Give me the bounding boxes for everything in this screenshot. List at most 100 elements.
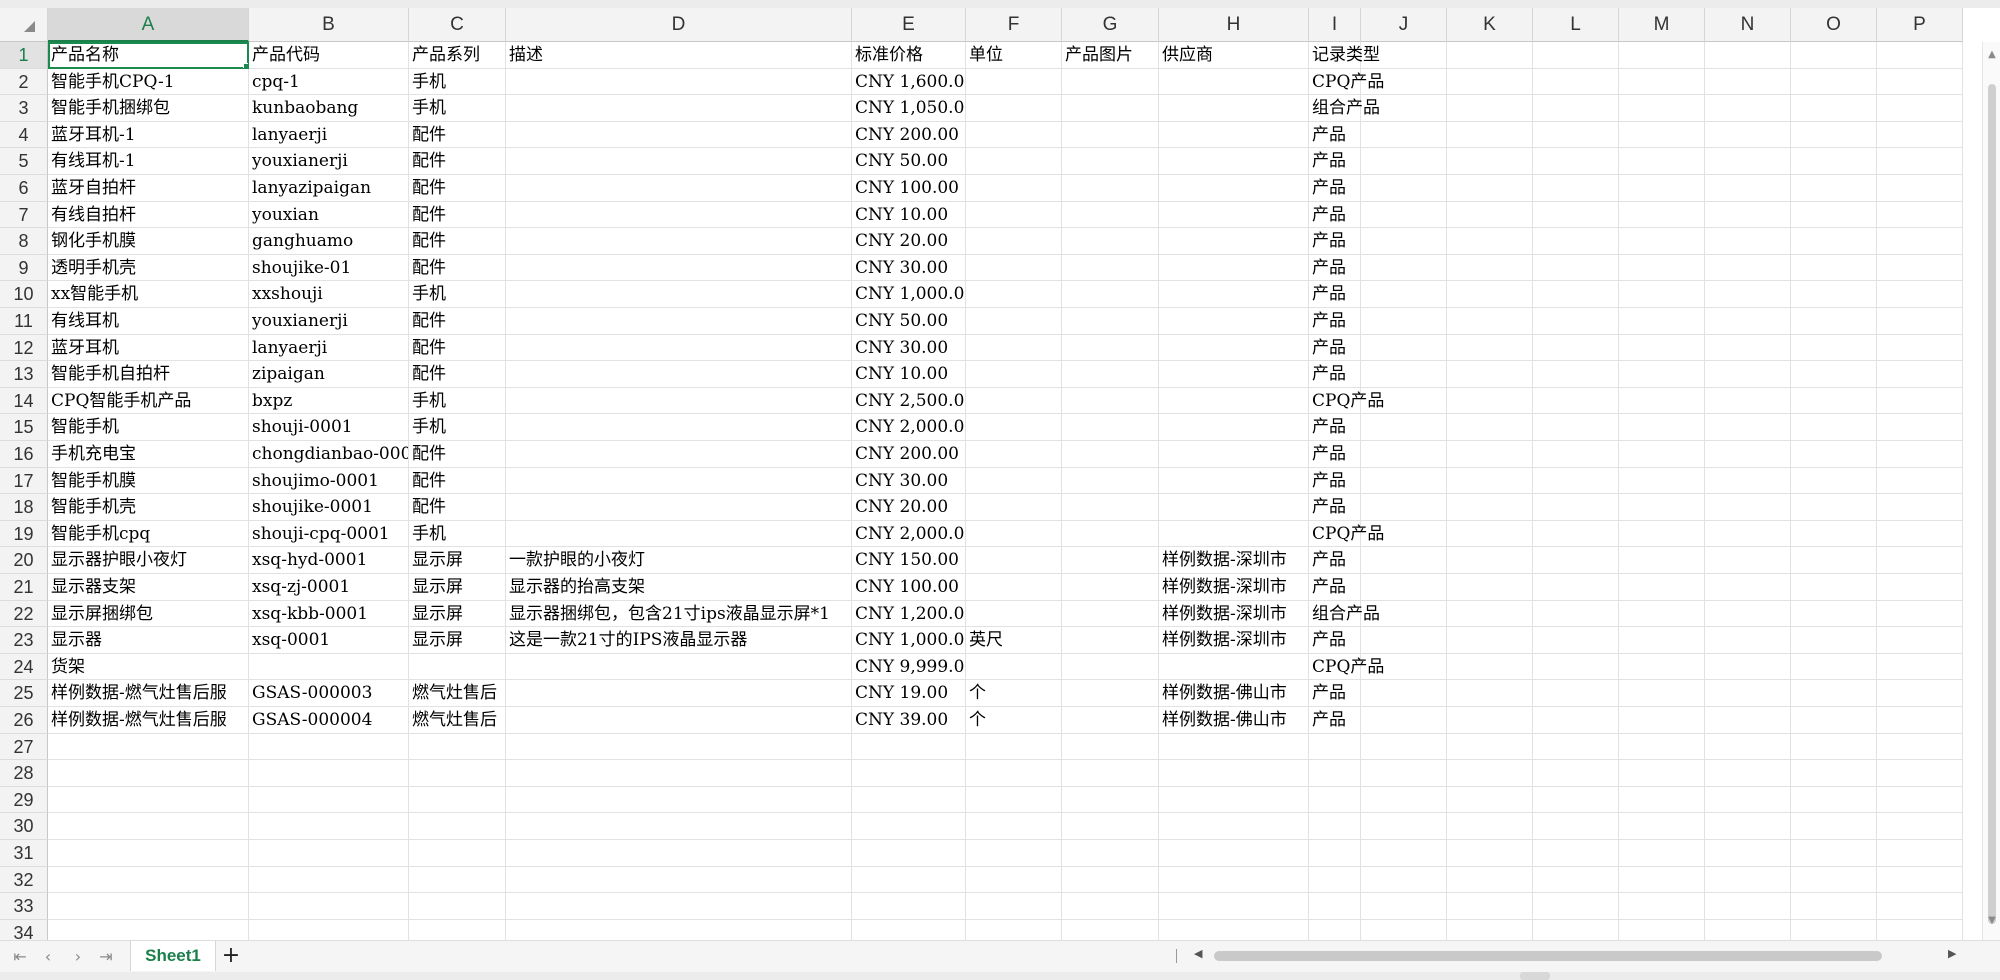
cell-i29[interactable] [1309, 786, 1361, 814]
cell-k31[interactable] [1447, 840, 1533, 867]
cell-e15[interactable]: CNY 2,000.00 [852, 414, 966, 441]
cell-j18[interactable] [1361, 494, 1447, 521]
cell-i7[interactable]: 产品 [1309, 201, 1361, 229]
cell-o24[interactable] [1791, 653, 1877, 681]
cell-j4[interactable] [1361, 121, 1447, 149]
cell-b33[interactable] [249, 893, 409, 920]
cell-h31[interactable] [1159, 840, 1309, 867]
cell-f22[interactable] [966, 600, 1062, 628]
cell-j34[interactable] [1361, 919, 1447, 940]
cell-f27[interactable] [966, 733, 1062, 761]
cell-h21[interactable]: 样例数据-深圳市 [1159, 574, 1309, 601]
cell-f34[interactable] [966, 919, 1062, 940]
cell-p7[interactable] [1877, 201, 1963, 229]
cell-o15[interactable] [1791, 414, 1877, 441]
cell-g21[interactable] [1062, 574, 1159, 601]
cell-o13[interactable] [1791, 361, 1877, 388]
cell-m15[interactable] [1619, 414, 1705, 441]
cell-i9[interactable]: 产品 [1309, 254, 1361, 282]
cell-p13[interactable] [1877, 361, 1963, 388]
cell-o28[interactable] [1791, 760, 1877, 787]
cell-b2[interactable]: cpq-1 [249, 68, 409, 96]
cell-b31[interactable] [249, 840, 409, 867]
cell-i23[interactable]: 产品 [1309, 627, 1361, 654]
cell-a13[interactable]: 智能手机自拍杆 [48, 361, 249, 388]
cell-n16[interactable] [1705, 441, 1791, 468]
cell-c16[interactable]: 配件 [409, 441, 506, 468]
cell-e18[interactable]: CNY 20.00 [852, 494, 966, 521]
column-header-k[interactable]: K [1447, 8, 1533, 42]
cell-j29[interactable] [1361, 786, 1447, 814]
cell-f32[interactable] [966, 866, 1062, 894]
cell-g33[interactable] [1062, 893, 1159, 920]
cell-b19[interactable]: shouji-cpq-0001 [249, 520, 409, 548]
cell-h29[interactable] [1159, 786, 1309, 814]
cell-m3[interactable] [1619, 95, 1705, 122]
cell-i10[interactable]: 产品 [1309, 281, 1361, 308]
cell-k1[interactable] [1447, 42, 1533, 69]
cell-k24[interactable] [1447, 653, 1533, 681]
row-header[interactable]: 33 [0, 893, 48, 920]
cell-j21[interactable] [1361, 574, 1447, 601]
cell-e3[interactable]: CNY 1,050.00 [852, 95, 966, 122]
cell-n13[interactable] [1705, 361, 1791, 388]
cell-l15[interactable] [1533, 414, 1619, 441]
cell-a19[interactable]: 智能手机cpq [48, 520, 249, 548]
cell-d33[interactable] [506, 893, 852, 920]
cell-e11[interactable]: CNY 50.00 [852, 308, 966, 335]
cell-o30[interactable] [1791, 813, 1877, 840]
cell-g27[interactable] [1062, 733, 1159, 761]
cell-c32[interactable] [409, 866, 506, 894]
cell-b26[interactable]: GSAS-000004 [249, 707, 409, 734]
cell-e9[interactable]: CNY 30.00 [852, 254, 966, 282]
cell-j15[interactable] [1361, 414, 1447, 441]
cell-m32[interactable] [1619, 866, 1705, 894]
cell-h34[interactable] [1159, 919, 1309, 940]
cell-f11[interactable] [966, 308, 1062, 335]
cell-i1[interactable]: 记录类型 [1309, 42, 1380, 69]
cell-d3[interactable] [506, 95, 852, 122]
cell-h16[interactable] [1159, 441, 1309, 468]
cell-j13[interactable] [1361, 361, 1447, 388]
cell-o31[interactable] [1791, 840, 1877, 867]
cell-g7[interactable] [1062, 201, 1159, 229]
column-header-n[interactable]: N [1705, 8, 1791, 42]
cell-g24[interactable] [1062, 653, 1159, 681]
cell-a2[interactable]: 智能手机CPQ-1 [48, 68, 249, 96]
cell-p22[interactable] [1877, 600, 1963, 628]
cell-b25[interactable]: GSAS-000003 [249, 680, 409, 707]
cell-o11[interactable] [1791, 308, 1877, 335]
row-header[interactable]: 4 [0, 121, 48, 149]
cell-n2[interactable] [1705, 68, 1791, 96]
row-header[interactable]: 23 [0, 627, 48, 654]
cell-a28[interactable] [48, 760, 249, 787]
cell-n11[interactable] [1705, 308, 1791, 335]
cell-i6[interactable]: 产品 [1309, 175, 1361, 202]
cell-e34[interactable] [852, 919, 966, 940]
cell-f20[interactable] [966, 547, 1062, 574]
cell-l16[interactable] [1533, 441, 1619, 468]
cell-m31[interactable] [1619, 840, 1705, 867]
cell-a12[interactable]: 蓝牙耳机 [48, 334, 249, 362]
cell-o5[interactable] [1791, 148, 1877, 175]
cell-m25[interactable] [1619, 680, 1705, 707]
cell-d15[interactable] [506, 414, 852, 441]
cell-b16[interactable]: chongdianbao-0001 [249, 441, 409, 468]
cell-b22[interactable]: xsq-kbb-0001 [249, 600, 409, 628]
cell-c18[interactable]: 配件 [409, 494, 506, 521]
cell-g34[interactable] [1062, 919, 1159, 940]
cell-c24[interactable] [409, 653, 506, 681]
cell-g15[interactable] [1062, 414, 1159, 441]
cell-n27[interactable] [1705, 733, 1791, 761]
cell-h6[interactable] [1159, 175, 1309, 202]
cell-h26[interactable]: 样例数据-佛山市 [1159, 707, 1309, 734]
row-header[interactable]: 7 [0, 201, 48, 229]
cell-p15[interactable] [1877, 414, 1963, 441]
cell-c1[interactable]: 产品系列 [409, 42, 506, 69]
cell-n31[interactable] [1705, 840, 1791, 867]
cell-i15[interactable]: 产品 [1309, 414, 1361, 441]
cell-d16[interactable] [506, 441, 852, 468]
cell-f2[interactable] [966, 68, 1062, 96]
cell-i32[interactable] [1309, 866, 1361, 894]
cell-k27[interactable] [1447, 733, 1533, 761]
